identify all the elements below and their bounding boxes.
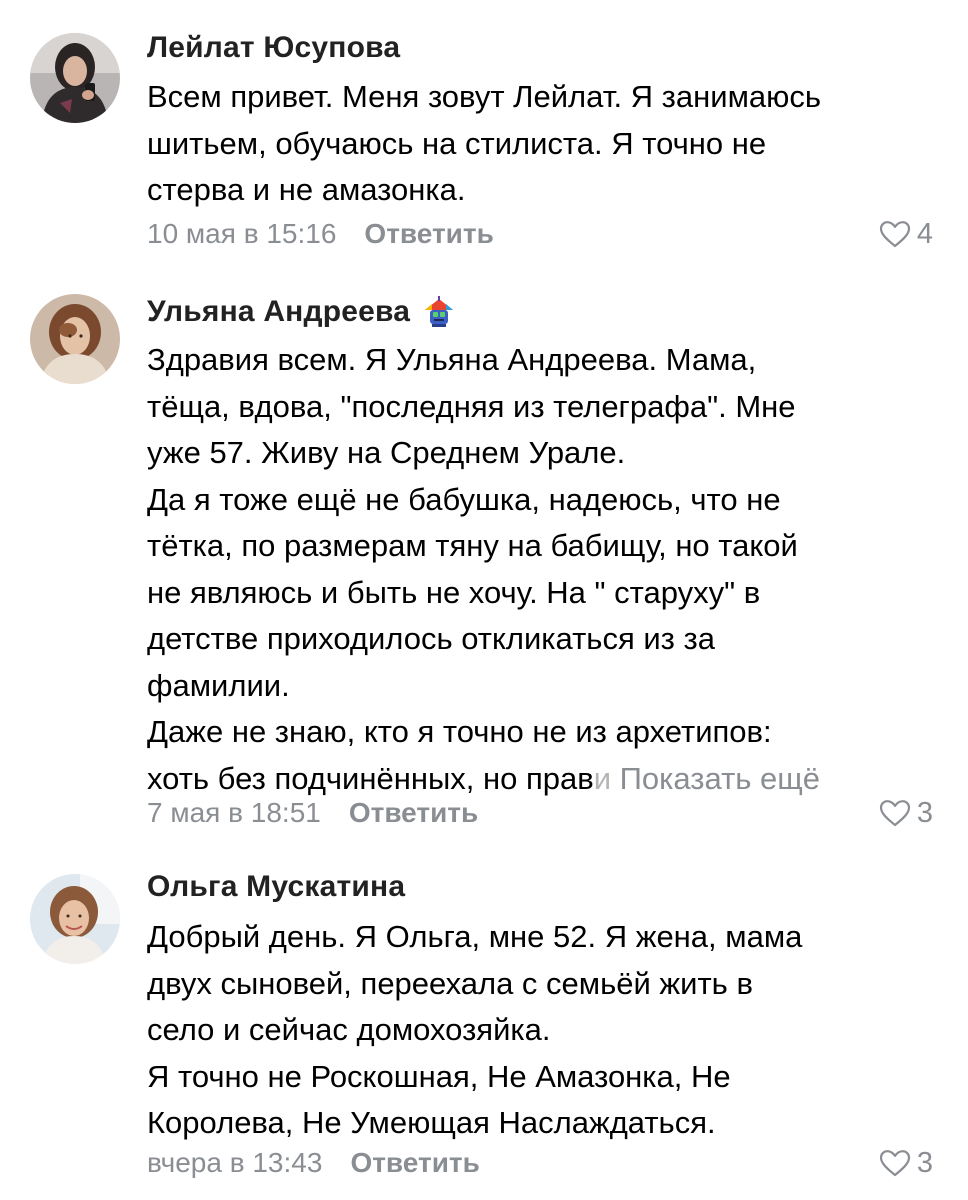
like-count: 4 <box>916 217 933 250</box>
avatar[interactable] <box>30 874 120 964</box>
comment-timestamp: 10 мая в 15:16 <box>147 218 337 249</box>
comment: Лейлат Юсупова Всем привет. Меня зовут Л… <box>0 0 968 270</box>
comment-author[interactable]: Ульяна Андреева <box>147 295 410 329</box>
comment-text-line: Здравия всем. Я Ульяна Андреева. Мама, <box>147 342 757 377</box>
reply-button[interactable]: Ответить <box>350 1147 479 1179</box>
comment-text-line: Да я тоже ещё не бабушка, надеюсь, что н… <box>147 481 781 517</box>
comment-timestamp: 7 мая в 18:51 <box>147 797 321 828</box>
comment-text-fade: и <box>593 760 612 796</box>
comment-text-line: Даже не знаю, кто я точно не из архетипо… <box>147 714 772 749</box>
heart-outline-icon <box>879 800 910 827</box>
comment-timestamp: вчера в 13:43 <box>147 1147 323 1178</box>
comment-meta: вчера в 13:43 Ответить 3 <box>147 1143 933 1183</box>
comment-text-line: Я точно не Роскошная, Не Амазонка, Не <box>147 1058 731 1094</box>
like-count: 3 <box>916 1146 933 1179</box>
show-more-link[interactable]: Показать ещё <box>620 761 820 796</box>
like-button[interactable]: 3 <box>879 1147 933 1180</box>
comment-text-line: шитьем, обучаюсь на стилиста. Я точно не <box>147 125 767 161</box>
comment-text: Здравия всем. Я Ульяна Андреева. Мама, т… <box>147 337 947 802</box>
reply-button[interactable]: Ответить <box>349 797 478 829</box>
comment-text-line: село и сейчас домохозяйка. <box>147 1012 551 1047</box>
badge-icon[interactable] <box>422 295 456 329</box>
comment-meta: 7 мая в 18:51 Ответить 3 <box>147 793 933 833</box>
user-photo-icon <box>30 294 120 384</box>
comment-text-line: Королева, Не Умеющая Наслаждаться. <box>147 1105 716 1140</box>
comment: Ульяна Андреева Здравия всем. Я Ульяна А… <box>0 270 968 850</box>
comment-text-truncated: хоть без подчинённых, но прав <box>147 760 594 796</box>
comment-text-line: фамилии. <box>147 667 290 703</box>
comment-meta: 10 мая в 15:16 Ответить 4 <box>147 214 933 254</box>
like-count: 3 <box>916 796 933 829</box>
comment-author-row: Ольга Мускатина <box>147 867 405 907</box>
comment-author-row: Лейлат Юсупова <box>147 28 400 68</box>
heart-outline-icon <box>879 221 910 248</box>
user-photo-icon <box>30 33 120 123</box>
like-button[interactable]: 3 <box>879 797 933 830</box>
comment-text-line: детстве приходилось откликаться из за <box>147 621 715 656</box>
like-button[interactable]: 4 <box>879 218 933 251</box>
comment-text-line: уже 57. Живу на Среднем Урале. <box>147 435 626 470</box>
heart-outline-icon <box>879 1150 910 1177</box>
comment-text: Всем привет. Меня зовут Лейлат. Я занима… <box>147 74 947 214</box>
comment-text-line: не являюсь и быть не хочу. На " старуху"… <box>147 574 761 610</box>
comment: Ольга Мускатина Добрый день. Я Ольга, мн… <box>0 850 968 1200</box>
comment-text-line: Добрый день. Я Ольга, мне 52. Я жена, ма… <box>147 919 803 954</box>
comment-text: Добрый день. Я Ольга, мне 52. Я жена, ма… <box>147 914 947 1147</box>
comment-author[interactable]: Ольга Мускатина <box>147 870 405 904</box>
reply-button[interactable]: Ответить <box>364 218 493 250</box>
comment-text-line: двух сыновей, переехала с семьёй жить в <box>147 965 753 1001</box>
comment-text-line: тёща, вдова, "последняя из телеграфа". М… <box>147 388 796 424</box>
comment-text-line: Всем привет. Меня зовут Лейлат. Я занима… <box>147 79 822 114</box>
avatar[interactable] <box>30 33 120 123</box>
comment-text-line: тётка, по размерам тяну на бабищу, но та… <box>147 528 798 563</box>
comment-author[interactable]: Лейлат Юсупова <box>147 31 400 65</box>
comment-text-line: стерва и не амазонка. <box>147 172 466 207</box>
user-photo-icon <box>30 874 120 964</box>
avatar[interactable] <box>30 294 120 384</box>
comment-author-row: Ульяна Андреева <box>147 292 456 332</box>
